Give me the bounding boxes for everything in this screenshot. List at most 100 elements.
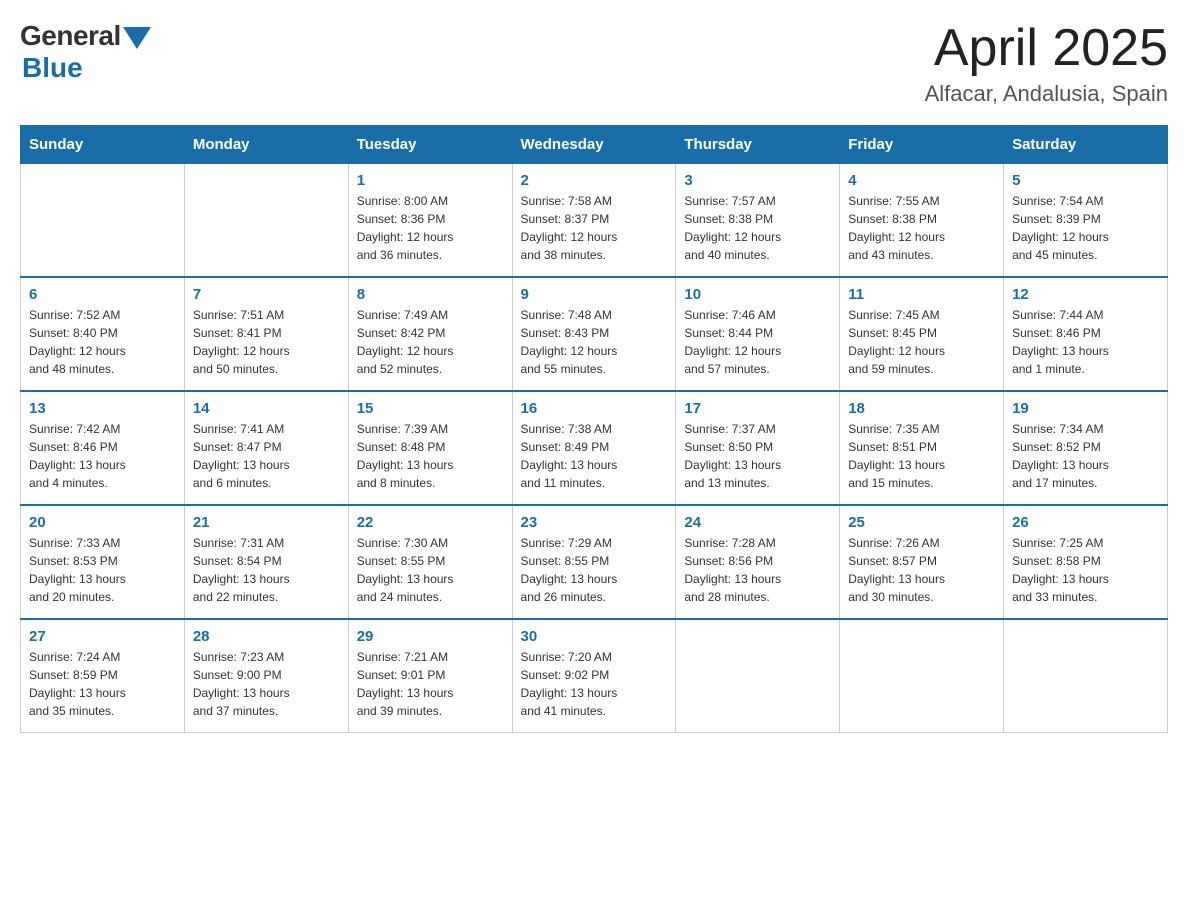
day-info: Sunrise: 7:37 AM Sunset: 8:50 PM Dayligh… (684, 420, 831, 492)
day-number: 26 (1012, 514, 1159, 531)
day-number: 23 (521, 514, 668, 531)
day-number: 27 (29, 628, 176, 645)
calendar-week-row: 20 Sunrise: 7:33 AM Sunset: 8:53 PM Dayli… (21, 505, 1168, 619)
day-info: Sunrise: 7:35 AM Sunset: 8:51 PM Dayligh… (848, 420, 995, 492)
day-info: Sunrise: 7:57 AM Sunset: 8:38 PM Dayligh… (684, 192, 831, 264)
title-block: April 2025 Alfacar, Andalusia, Spain (925, 20, 1168, 107)
day-number: 21 (193, 514, 340, 531)
calendar-cell: 28 Sunrise: 7:23 AM Sunset: 9:00 PM Dayli… (184, 619, 348, 733)
calendar-cell: 7 Sunrise: 7:51 AM Sunset: 8:41 PM Daylig… (184, 277, 348, 391)
calendar-cell: 16 Sunrise: 7:38 AM Sunset: 8:49 PM Dayli… (512, 391, 676, 505)
day-of-week-header: Thursday (676, 126, 840, 164)
day-number: 20 (29, 514, 176, 531)
day-info: Sunrise: 7:42 AM Sunset: 8:46 PM Dayligh… (29, 420, 176, 492)
calendar-cell: 17 Sunrise: 7:37 AM Sunset: 8:50 PM Dayli… (676, 391, 840, 505)
day-number: 12 (1012, 286, 1159, 303)
day-number: 18 (848, 400, 995, 417)
day-number: 7 (193, 286, 340, 303)
day-number: 29 (357, 628, 504, 645)
calendar-cell: 30Sunrise: 7:20 AM Sunset: 9:02 PM Dayli… (512, 619, 676, 733)
calendar-cell: 15 Sunrise: 7:39 AM Sunset: 8:48 PM Dayli… (348, 391, 512, 505)
day-info: Sunrise: 7:39 AM Sunset: 8:48 PM Dayligh… (357, 420, 504, 492)
calendar-cell: 3 Sunrise: 7:57 AM Sunset: 8:38 PM Daylig… (676, 164, 840, 278)
day-info: Sunrise: 7:29 AM Sunset: 8:55 PM Dayligh… (521, 534, 668, 606)
calendar-week-row: 13Sunrise: 7:42 AM Sunset: 8:46 PM Dayli… (21, 391, 1168, 505)
calendar-cell (676, 619, 840, 733)
day-number: 25 (848, 514, 995, 531)
day-info: Sunrise: 7:58 AM Sunset: 8:37 PM Dayligh… (521, 192, 668, 264)
logo: General Blue (20, 20, 151, 84)
day-number: 10 (684, 286, 831, 303)
day-number: 14 (193, 400, 340, 417)
calendar-cell: 18 Sunrise: 7:35 AM Sunset: 8:51 PM Dayli… (840, 391, 1004, 505)
day-number: 17 (684, 400, 831, 417)
month-year-title: April 2025 (925, 20, 1168, 77)
calendar-cell (840, 619, 1004, 733)
calendar-cell: 19 Sunrise: 7:34 AM Sunset: 8:52 PM Dayli… (1004, 391, 1168, 505)
day-number: 28 (193, 628, 340, 645)
day-info: Sunrise: 7:48 AM Sunset: 8:43 PM Dayligh… (521, 306, 668, 378)
day-number: 24 (684, 514, 831, 531)
day-number: 15 (357, 400, 504, 417)
day-info: Sunrise: 7:23 AM Sunset: 9:00 PM Dayligh… (193, 648, 340, 720)
day-info: Sunrise: 7:24 AM Sunset: 8:59 PM Dayligh… (29, 648, 176, 720)
calendar-cell: 11Sunrise: 7:45 AM Sunset: 8:45 PM Dayli… (840, 277, 1004, 391)
day-number: 1 (357, 172, 504, 189)
day-info: Sunrise: 7:45 AM Sunset: 8:45 PM Dayligh… (848, 306, 995, 378)
day-of-week-header: Wednesday (512, 126, 676, 164)
calendar-cell: 26 Sunrise: 7:25 AM Sunset: 8:58 PM Dayli… (1004, 505, 1168, 619)
logo-triangle-icon (123, 27, 151, 49)
calendar-cell: 13Sunrise: 7:42 AM Sunset: 8:46 PM Dayli… (21, 391, 185, 505)
calendar-week-row: 27 Sunrise: 7:24 AM Sunset: 8:59 PM Dayli… (21, 619, 1168, 733)
calendar-cell: 1 Sunrise: 8:00 AM Sunset: 8:36 PM Daylig… (348, 164, 512, 278)
calendar-cell: 10 Sunrise: 7:46 AM Sunset: 8:44 PM Dayli… (676, 277, 840, 391)
calendar-cell: 20 Sunrise: 7:33 AM Sunset: 8:53 PM Dayli… (21, 505, 185, 619)
calendar-cell: 22 Sunrise: 7:30 AM Sunset: 8:55 PM Dayli… (348, 505, 512, 619)
day-info: Sunrise: 7:21 AM Sunset: 9:01 PM Dayligh… (357, 648, 504, 720)
day-number: 6 (29, 286, 176, 303)
logo-blue-text: Blue (22, 52, 83, 84)
day-info: Sunrise: 7:38 AM Sunset: 8:49 PM Dayligh… (521, 420, 668, 492)
day-of-week-header: Monday (184, 126, 348, 164)
day-number: 2 (521, 172, 668, 189)
location-subtitle: Alfacar, Andalusia, Spain (925, 81, 1168, 107)
calendar-cell: 9 Sunrise: 7:48 AM Sunset: 8:43 PM Daylig… (512, 277, 676, 391)
calendar-cell: 2 Sunrise: 7:58 AM Sunset: 8:37 PM Daylig… (512, 164, 676, 278)
calendar-week-row: 1 Sunrise: 8:00 AM Sunset: 8:36 PM Daylig… (21, 164, 1168, 278)
day-of-week-header: Friday (840, 126, 1004, 164)
calendar-cell: 24 Sunrise: 7:28 AM Sunset: 8:56 PM Dayli… (676, 505, 840, 619)
day-info: Sunrise: 7:51 AM Sunset: 8:41 PM Dayligh… (193, 306, 340, 378)
day-number: 5 (1012, 172, 1159, 189)
day-info: Sunrise: 7:41 AM Sunset: 8:47 PM Dayligh… (193, 420, 340, 492)
day-info: Sunrise: 7:44 AM Sunset: 8:46 PM Dayligh… (1012, 306, 1159, 378)
day-info: Sunrise: 7:33 AM Sunset: 8:53 PM Dayligh… (29, 534, 176, 606)
day-of-week-header: Tuesday (348, 126, 512, 164)
calendar-week-row: 6 Sunrise: 7:52 AM Sunset: 8:40 PM Daylig… (21, 277, 1168, 391)
day-info: Sunrise: 7:54 AM Sunset: 8:39 PM Dayligh… (1012, 192, 1159, 264)
day-number: 22 (357, 514, 504, 531)
calendar-cell: 14 Sunrise: 7:41 AM Sunset: 8:47 PM Dayli… (184, 391, 348, 505)
day-info: Sunrise: 7:46 AM Sunset: 8:44 PM Dayligh… (684, 306, 831, 378)
day-info: Sunrise: 7:25 AM Sunset: 8:58 PM Dayligh… (1012, 534, 1159, 606)
calendar-cell: 6 Sunrise: 7:52 AM Sunset: 8:40 PM Daylig… (21, 277, 185, 391)
day-info: Sunrise: 7:55 AM Sunset: 8:38 PM Dayligh… (848, 192, 995, 264)
calendar-table: SundayMondayTuesdayWednesdayThursdayFrid… (20, 125, 1168, 733)
calendar-cell (184, 164, 348, 278)
day-info: Sunrise: 7:30 AM Sunset: 8:55 PM Dayligh… (357, 534, 504, 606)
day-info: Sunrise: 7:34 AM Sunset: 8:52 PM Dayligh… (1012, 420, 1159, 492)
calendar-cell: 29 Sunrise: 7:21 AM Sunset: 9:01 PM Dayli… (348, 619, 512, 733)
day-of-week-header: Saturday (1004, 126, 1168, 164)
calendar-cell: 5 Sunrise: 7:54 AM Sunset: 8:39 PM Daylig… (1004, 164, 1168, 278)
day-number: 9 (521, 286, 668, 303)
day-number: 3 (684, 172, 831, 189)
day-info: Sunrise: 7:26 AM Sunset: 8:57 PM Dayligh… (848, 534, 995, 606)
day-info: Sunrise: 7:52 AM Sunset: 8:40 PM Dayligh… (29, 306, 176, 378)
calendar-cell: 8Sunrise: 7:49 AM Sunset: 8:42 PM Daylig… (348, 277, 512, 391)
day-number: 16 (521, 400, 668, 417)
day-info: Sunrise: 7:28 AM Sunset: 8:56 PM Dayligh… (684, 534, 831, 606)
day-of-week-header: Sunday (21, 126, 185, 164)
day-number: 19 (1012, 400, 1159, 417)
calendar-cell: 27 Sunrise: 7:24 AM Sunset: 8:59 PM Dayli… (21, 619, 185, 733)
calendar-cell: 12 Sunrise: 7:44 AM Sunset: 8:46 PM Dayli… (1004, 277, 1168, 391)
day-info: Sunrise: 8:00 AM Sunset: 8:36 PM Dayligh… (357, 192, 504, 264)
